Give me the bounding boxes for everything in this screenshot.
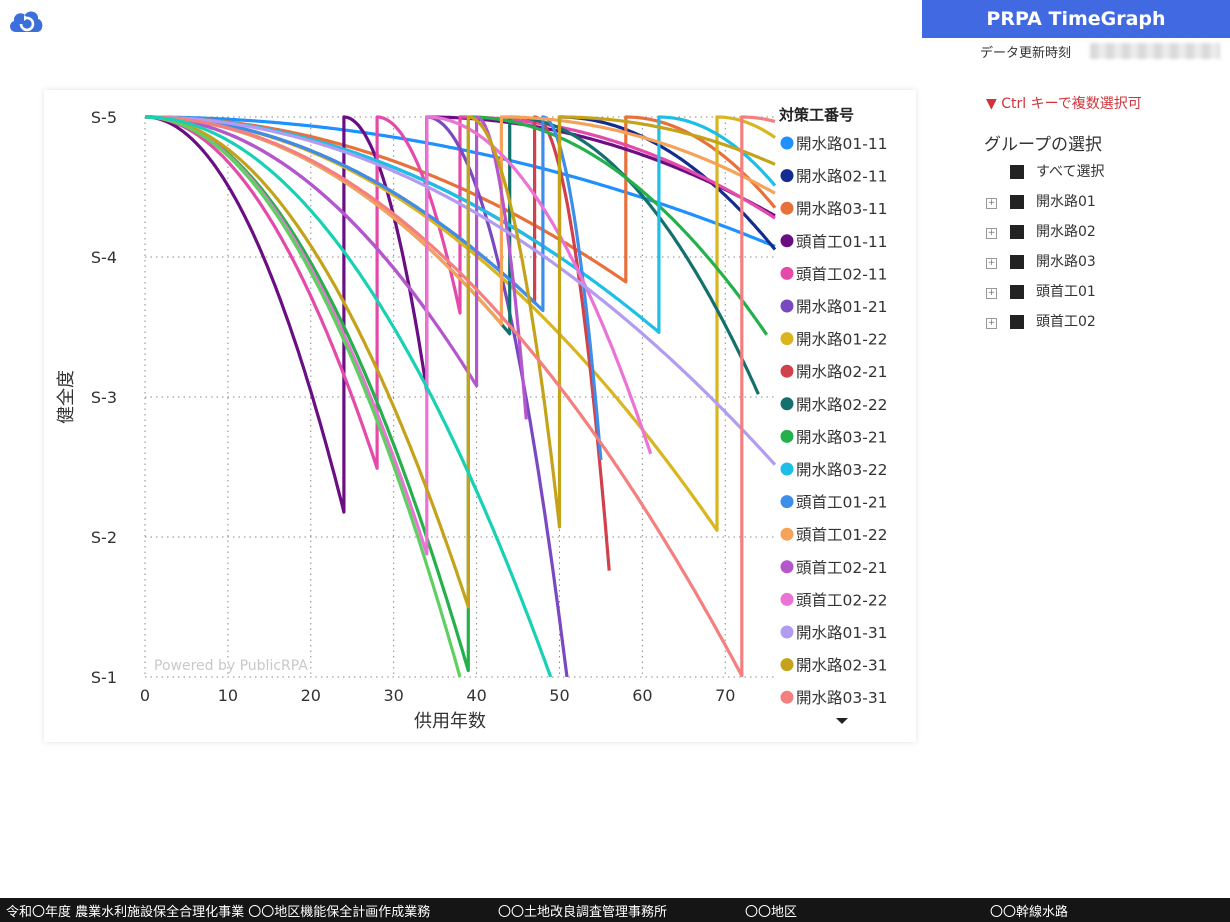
slicer-item-group[interactable]: + 開水路01 <box>984 190 1224 220</box>
slicer-item-group[interactable]: + 開水路03 <box>984 250 1224 280</box>
y-tick-label: S-4 <box>91 248 117 267</box>
checkbox-icon[interactable] <box>1010 225 1024 239</box>
legend-title: 対策工番号 <box>778 106 854 124</box>
checkbox-icon[interactable] <box>1010 165 1024 179</box>
slicer-item-select-all[interactable]: すべて選択 <box>984 160 1224 190</box>
legend-label: 開水路03-22 <box>796 461 888 479</box>
legend-label: 開水路01-11 <box>796 135 888 153</box>
slicer-item-label: 開水路03 <box>1036 254 1096 270</box>
checkbox-icon[interactable] <box>1010 255 1024 269</box>
legend-label: 開水路01-22 <box>796 331 888 349</box>
slicer-item-label: 頭首工01 <box>1036 284 1096 300</box>
legend-label: 頭首工01-21 <box>796 494 888 512</box>
checkbox-icon[interactable] <box>1010 285 1024 299</box>
slicer-item-group[interactable]: + 頭首工02 <box>984 310 1224 340</box>
expand-plus-icon[interactable]: + <box>986 198 997 209</box>
expand-plus-icon[interactable]: + <box>986 258 997 269</box>
legend-marker <box>780 169 794 183</box>
legend-label: 頭首工01-11 <box>796 233 888 251</box>
legend-label: 開水路02-22 <box>796 396 888 414</box>
legend-label: 開水路02-31 <box>796 657 888 675</box>
x-tick-label: 10 <box>218 686 238 705</box>
footer-office: 〇〇土地改良調査管理事務所 <box>498 905 668 920</box>
x-tick-label: 30 <box>384 686 404 705</box>
x-tick-label: 20 <box>301 686 321 705</box>
legend-marker <box>780 234 794 248</box>
x-axis-title: 供用年数 <box>414 711 486 732</box>
y-tick-label: S-5 <box>91 108 117 127</box>
slicer-item-label: 頭首工02 <box>1036 314 1096 330</box>
legend-marker <box>780 201 794 215</box>
chart-card[interactable]: 0 10 20 30 40 50 60 70 S-5 S-4 S-3 S-2 S-1 供用年数 健全度 Pow… <box>44 90 916 742</box>
legend-label: 開水路03-21 <box>796 428 888 446</box>
slicer-item-label: 開水路01 <box>1036 194 1096 210</box>
legend-marker <box>780 625 794 639</box>
legend-marker <box>780 332 794 346</box>
legend-label: 開水路02-21 <box>796 363 888 381</box>
y-tick-label: S-3 <box>91 388 117 407</box>
legend-marker <box>780 136 794 150</box>
slicer-item-label: すべて選択 <box>1036 164 1105 180</box>
cloud-refresh-icon <box>10 11 43 32</box>
slicer-item-group[interactable]: + 頭首工01 <box>984 280 1224 310</box>
legend-label: 開水路03-11 <box>796 200 888 218</box>
update-time-label: データ更新時刻 <box>980 46 1072 61</box>
legend-marker <box>780 364 794 378</box>
watermark-text: Powered by PublicRPA <box>154 658 308 674</box>
legend-marker <box>780 690 794 704</box>
app-title: PRPA TimeGraph <box>922 0 1230 38</box>
legend-marker <box>780 299 794 313</box>
legend-label: 頭首工02-11 <box>796 265 888 283</box>
legend-label: 頭首工01-22 <box>796 526 888 544</box>
legend-more-triangle-down-icon[interactable] <box>836 718 848 724</box>
group-slicer-title: グループの選択 <box>984 135 1102 155</box>
expand-plus-icon[interactable]: + <box>986 318 997 329</box>
x-tick-label: 0 <box>140 686 150 705</box>
legend-marker <box>780 658 794 672</box>
x-tick-label: 70 <box>715 686 735 705</box>
slicer-item-label: 開水路02 <box>1036 224 1096 240</box>
legend-marker <box>780 527 794 541</box>
legend-label: 頭首工02-22 <box>796 591 888 609</box>
x-tick-label: 50 <box>549 686 569 705</box>
expand-plus-icon[interactable]: + <box>986 228 997 239</box>
legend-marker <box>780 495 794 509</box>
legend-label: 開水路01-31 <box>796 624 888 642</box>
update-time-value-redacted <box>1090 43 1220 59</box>
y-tick-label: S-1 <box>91 668 117 687</box>
legend-label: 開水路02-11 <box>796 168 888 186</box>
y-tick-label: S-2 <box>91 528 117 547</box>
checkbox-icon[interactable] <box>1010 315 1024 329</box>
footer-bar: 令和〇年度 農業水利施設保全合理化事業 〇〇地区機能保全計画作成業務 〇〇土地改… <box>0 898 1230 922</box>
legend-label: 開水路01-21 <box>796 298 888 316</box>
x-tick-label: 60 <box>632 686 652 705</box>
group-slicer[interactable]: すべて選択 + 開水路01 + 開水路02 + 開水路03 + 頭首工01 + … <box>984 160 1224 340</box>
health-line-chart[interactable]: 0 10 20 30 40 50 60 70 S-5 S-4 S-3 S-2 S-1 供用年数 健全度 Pow… <box>44 90 916 742</box>
legend-marker <box>780 266 794 280</box>
legend-marker <box>780 592 794 606</box>
expand-plus-icon[interactable]: + <box>986 288 997 299</box>
x-tick-label: 40 <box>466 686 486 705</box>
legend-marker <box>780 429 794 443</box>
footer-canal: 〇〇幹線水路 <box>990 905 1069 920</box>
slicer-item-group[interactable]: + 開水路02 <box>984 220 1224 250</box>
footer-district: 〇〇地区 <box>745 905 798 920</box>
footer-project: 令和〇年度 農業水利施設保全合理化事業 〇〇地区機能保全計画作成業務 <box>6 905 431 920</box>
checkbox-icon[interactable] <box>1010 195 1024 209</box>
multi-select-hint: ▼ Ctrl キーで複数選択可 <box>986 96 1142 112</box>
legend-marker <box>780 462 794 476</box>
legend-marker <box>780 397 794 411</box>
legend-marker <box>780 560 794 574</box>
legend-label: 頭首工02-21 <box>796 559 888 577</box>
legend-label: 開水路03-31 <box>796 689 888 707</box>
y-axis-title: 健全度 <box>56 370 77 424</box>
